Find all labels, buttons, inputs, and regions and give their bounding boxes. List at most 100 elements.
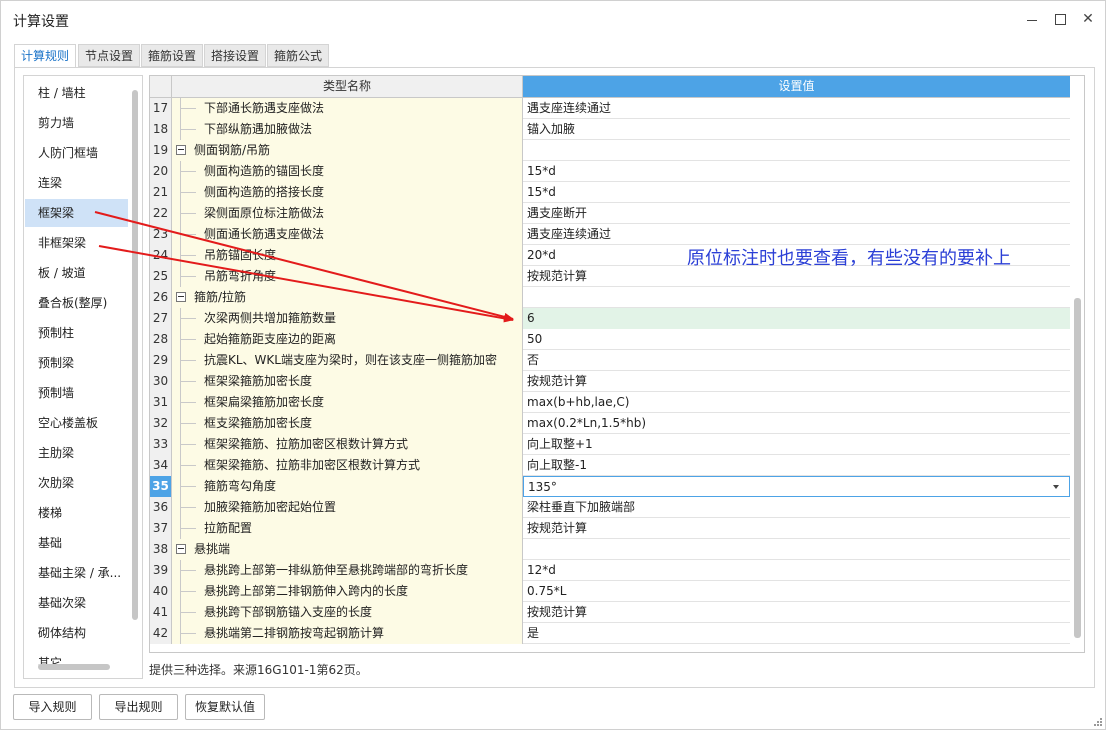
table-row[interactable]: 29 抗震KL、WKL端支座为梁时，则在该支座一侧箍筋加密 否 — [150, 350, 1070, 371]
setting-value-text: 15*d — [527, 164, 556, 178]
minimize-icon[interactable] — [1024, 11, 1040, 27]
table-row[interactable]: 38 悬挑端 — [150, 539, 1070, 560]
sidebar-item-side-main-rib-beam[interactable]: 主肋梁 — [25, 439, 128, 467]
setting-value-cell[interactable]: 6 — [523, 308, 1070, 329]
table-row[interactable]: 30 框架梁箍筋加密长度 按规范计算 — [150, 371, 1070, 392]
setting-value-cell[interactable]: max(b+hb,lae,C) — [523, 392, 1070, 413]
setting-value-cell[interactable]: 15*d — [523, 161, 1070, 182]
setting-value-cell[interactable]: 否 — [523, 350, 1070, 371]
table-row[interactable]: 20 侧面构造筋的锚固长度 15*d — [150, 161, 1070, 182]
close-icon[interactable]: ✕ — [1080, 11, 1096, 27]
tree-branch — [180, 465, 196, 466]
setting-value-cell[interactable]: 锚入加腋 — [523, 119, 1070, 140]
table-row[interactable]: 23 侧面通长筋遇支座做法 遇支座连续通过 — [150, 224, 1070, 245]
sidebar-item-side-precast-beam[interactable]: 预制梁 — [25, 349, 128, 377]
setting-value-cell[interactable]: 0.75*L — [523, 581, 1070, 602]
setting-value-cell[interactable]: 遇支座断开 — [523, 203, 1070, 224]
row-number: 18 — [150, 119, 172, 140]
sidebar-item-side-pillar[interactable]: 柱 / 墙柱 — [25, 79, 128, 107]
sidebar-item-side-secondary-rib-beam[interactable]: 次肋梁 — [25, 469, 128, 497]
table-row[interactable]: 26 箍筋/拉筋 — [150, 287, 1070, 308]
sidebar-vertical-scrollbar[interactable] — [132, 90, 138, 620]
table-row[interactable]: 39 悬挑跨上部第一排纵筋伸至悬挑跨端部的弯折长度 12*d — [150, 560, 1070, 581]
table-row[interactable]: 34 框架梁箍筋、拉筋非加密区根数计算方式 向上取整-1 — [150, 455, 1070, 476]
setting-value-cell[interactable]: 按规范计算 — [523, 602, 1070, 623]
tree-branch — [180, 171, 196, 172]
table-row[interactable]: 18 下部纵筋遇加腋做法 锚入加腋 — [150, 119, 1070, 140]
tree-branch — [180, 108, 196, 109]
setting-value-cell[interactable]: 按规范计算 — [523, 371, 1070, 392]
setting-value-cell[interactable]: 是 — [523, 623, 1070, 644]
setting-label: 吊筋弯折角度 — [204, 269, 277, 283]
sidebar-item-side-foundation-main-beam[interactable]: 基础主梁 / 承... — [25, 559, 128, 587]
collapse-icon[interactable] — [176, 292, 186, 302]
sidebar-item-side-foundation[interactable]: 基础 — [25, 529, 128, 557]
sidebar-item-side-frame-beam[interactable]: 框架梁 — [25, 199, 128, 227]
setting-value-text: 是 — [527, 626, 540, 640]
sidebar-item-side-slab-ramp[interactable]: 板 / 坡道 — [25, 259, 128, 287]
table-row[interactable]: 36 加腋梁箍筋加密起始位置 梁柱垂直下加腋端部 — [150, 497, 1070, 518]
table-row[interactable]: 27 次梁两侧共增加箍筋数量 6 — [150, 308, 1070, 329]
tab-stirrup-settings[interactable]: 箍筋设置 — [141, 44, 204, 67]
sidebar-item-side-civil-defense-door-frame-wall[interactable]: 人防门框墙 — [25, 139, 128, 167]
setting-value-cell[interactable]: 遇支座连续通过 — [523, 98, 1070, 119]
sidebar-item-side-stair[interactable]: 楼梯 — [25, 499, 128, 527]
sidebar-item-side-precast-column[interactable]: 预制柱 — [25, 319, 128, 347]
tab-calc-rules[interactable]: 计算规则 — [14, 44, 77, 69]
tab-stirrup-formula[interactable]: 箍筋公式 — [267, 44, 330, 67]
setting-value-cell[interactable]: max(0.2*Ln,1.5*hb) — [523, 413, 1070, 434]
table-row[interactable]: 17 下部通长筋遇支座做法 遇支座连续通过 — [150, 98, 1070, 119]
export-rules-button[interactable]: 导出规则 — [99, 694, 178, 720]
restore-defaults-button[interactable]: 恢复默认值 — [185, 694, 265, 720]
setting-value-cell[interactable]: 向上取整+1 — [523, 434, 1070, 455]
tab-node-settings[interactable]: 节点设置 — [78, 44, 141, 67]
table-row[interactable]: 33 框架梁箍筋、拉筋加密区根数计算方式 向上取整+1 — [150, 434, 1070, 455]
collapse-icon[interactable] — [176, 145, 186, 155]
type-name-cell: 箍筋/拉筋 — [172, 287, 523, 308]
setting-value-cell[interactable]: 向上取整-1 — [523, 455, 1070, 476]
setting-value-cell[interactable]: 按规范计算 — [523, 518, 1070, 539]
setting-value-cell[interactable]: 遇支座连续通过 — [523, 224, 1070, 245]
setting-label: 抗震KL、WKL端支座为梁时，则在该支座一侧箍筋加密 — [204, 353, 497, 367]
sidebar-item-side-other[interactable]: 其它 — [25, 649, 128, 677]
setting-value-dropdown[interactable]: 135° — [523, 476, 1070, 497]
table-row[interactable]: 42 悬挑端第二排钢筋按弯起钢筋计算 是 — [150, 623, 1070, 644]
chevron-down-icon[interactable] — [1053, 485, 1059, 489]
table-row[interactable]: 32 框支梁箍筋加密长度 max(0.2*Ln,1.5*hb) — [150, 413, 1070, 434]
table-row[interactable]: 35 箍筋弯勾角度 135° — [150, 476, 1070, 497]
import-rules-button[interactable]: 导入规则 — [13, 694, 92, 720]
grid-header-type-name: 类型名称 — [172, 76, 523, 98]
sidebar-item-side-masonry-structure[interactable]: 砌体结构 — [25, 619, 128, 647]
tab-lap-settings[interactable]: 搭接设置 — [204, 44, 267, 67]
setting-value-cell — [523, 140, 1070, 161]
setting-value-cell[interactable]: 梁柱垂直下加腋端部 — [523, 497, 1070, 518]
table-row[interactable]: 41 悬挑跨下部钢筋锚入支座的长度 按规范计算 — [150, 602, 1070, 623]
sidebar-item-side-coupling-beam[interactable]: 连梁 — [25, 169, 128, 197]
resize-grip-icon[interactable] — [1093, 717, 1103, 727]
sidebar-item-side-precast-wall[interactable]: 预制墙 — [25, 379, 128, 407]
setting-value-cell[interactable]: 50 — [523, 329, 1070, 350]
type-name-cell: 框架梁箍筋加密长度 — [172, 371, 523, 392]
setting-value-cell[interactable]: 12*d — [523, 560, 1070, 581]
sidebar-item-side-shear-wall[interactable]: 剪力墙 — [25, 109, 128, 137]
table-row[interactable]: 22 梁侧面原位标注筋做法 遇支座断开 — [150, 203, 1070, 224]
sidebar-item-side-foundation-secondary-beam[interactable]: 基础次梁 — [25, 589, 128, 617]
maximize-icon[interactable] — [1052, 11, 1068, 27]
table-row[interactable]: 40 悬挑跨上部第二排钢筋伸入跨内的长度 0.75*L — [150, 581, 1070, 602]
tree-branch — [180, 528, 196, 529]
sidebar-item-side-composite-slab[interactable]: 叠合板(整厚) — [25, 289, 128, 317]
collapse-icon[interactable] — [176, 544, 186, 554]
sidebar-horizontal-scrollbar[interactable] — [38, 664, 110, 670]
table-row[interactable]: 37 拉筋配置 按规范计算 — [150, 518, 1070, 539]
table-row[interactable]: 19 侧面钢筋/吊筋 — [150, 140, 1070, 161]
setting-value-cell[interactable]: 15*d — [523, 182, 1070, 203]
table-row[interactable]: 28 起始箍筋距支座边的距离 50 — [150, 329, 1070, 350]
setting-value-text: 否 — [527, 353, 540, 367]
sidebar-item-side-hollow-floor-slab[interactable]: 空心楼盖板 — [25, 409, 128, 437]
grid-vertical-scrollbar[interactable] — [1074, 298, 1081, 638]
sidebar-item-side-non-frame-beam[interactable]: 非框架梁 — [25, 229, 128, 257]
table-row[interactable]: 31 框架扁梁箍筋加密长度 max(b+hb,lae,C) — [150, 392, 1070, 413]
row-number: 31 — [150, 392, 172, 413]
table-row[interactable]: 21 侧面构造筋的搭接长度 15*d — [150, 182, 1070, 203]
group-label: 悬挑端 — [194, 542, 231, 556]
